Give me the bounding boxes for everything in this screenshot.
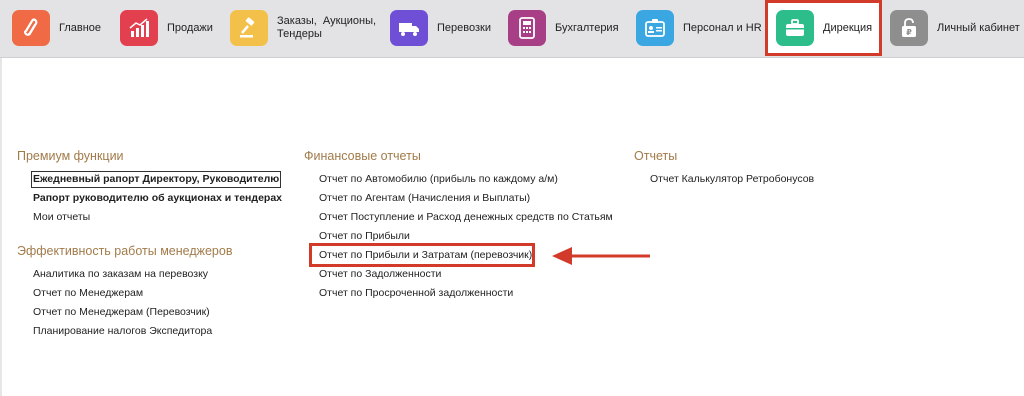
calculator-icon	[508, 10, 546, 46]
nav-label-main: Главное	[59, 21, 102, 34]
nav-item-sales[interactable]: Продажи	[120, 0, 213, 56]
nav-label-orders-line2: Тендеры	[277, 28, 322, 40]
link-retrobonus-calculator[interactable]: Отчет Калькулятор Ретробонусов	[650, 173, 814, 186]
link-vehicle-report[interactable]: Отчет по Автомобилю (прибыль по каждому …	[319, 173, 558, 186]
left-border	[0, 58, 2, 396]
reports-section-title: Отчеты	[634, 149, 678, 163]
nav-item-cabinet[interactable]: ₽ Личный кабинет	[890, 0, 1020, 56]
link-managers-carrier-report[interactable]: Отчет по Менеджерам (Перевозчик)	[33, 306, 210, 319]
link-profit-costs-carrier-report[interactable]: Отчет по Прибыли и Затратам (перевозчик)	[319, 249, 532, 262]
premium-section-title: Премиум функции	[17, 149, 124, 163]
ruble-lock-icon: ₽	[890, 10, 928, 46]
id-badge-icon	[636, 10, 674, 46]
nav-label-orders-line1: Заказы, Аукционы,	[277, 15, 377, 27]
nav-item-orders[interactable]: Заказы, Аукционы, Тендеры	[230, 0, 376, 56]
nav-label-direction: Дирекция	[823, 21, 873, 34]
nav-label-sales: Продажи	[167, 21, 213, 34]
home-logo-icon	[12, 10, 50, 46]
link-daily-report[interactable]: Ежедневный рапорт Директору, Руководител…	[30, 171, 282, 188]
nav-item-accounting[interactable]: Бухгалтерия	[508, 0, 619, 56]
nav-label-accounting: Бухгалтерия	[555, 21, 619, 34]
nav-item-hr[interactable]: Персонал и HR	[636, 0, 762, 56]
link-auction-report[interactable]: Рапорт руководителю об аукционах и тенде…	[33, 192, 282, 205]
link-tax-planning[interactable]: Планирование налогов Экспедитора	[33, 325, 212, 338]
link-overdue-debt-report[interactable]: Отчет по Просроченной задолженности	[319, 287, 513, 300]
nav-item-main[interactable]: Главное	[12, 0, 101, 56]
svg-text:₽: ₽	[906, 28, 912, 37]
link-my-reports[interactable]: Мои отчеты	[33, 211, 90, 224]
link-orders-analytics[interactable]: Аналитика по заказам на перевозку	[33, 268, 208, 281]
nav-item-transport[interactable]: Перевозки	[390, 0, 491, 56]
link-debt-report[interactable]: Отчет по Задолженности	[319, 268, 441, 281]
nav-label-hr: Персонал и HR	[683, 21, 762, 34]
nav-label-cabinet: Личный кабинет	[937, 21, 1020, 34]
annotation-arrow-icon	[552, 247, 650, 265]
link-cashflow-report[interactable]: Отчет Поступление и Расход денежных сред…	[319, 211, 613, 224]
bar-chart-icon	[120, 10, 158, 46]
nav-label-transport: Перевозки	[437, 21, 491, 34]
gavel-icon	[230, 10, 268, 46]
link-agents-report[interactable]: Отчет по Агентам (Начисления и Выплаты)	[319, 192, 530, 205]
briefcase-icon	[776, 10, 814, 46]
link-profit-report[interactable]: Отчет по Прибыли	[319, 230, 410, 243]
nav-label-orders: Заказы, Аукционы, Тендеры	[277, 15, 376, 41]
nav-item-direction[interactable]: Дирекция	[776, 0, 872, 56]
top-navigation-bar: Главное Продажи Заказы, Аукционы, Тендер…	[0, 0, 1024, 58]
financial-section-title: Финансовые отчеты	[304, 149, 421, 163]
truck-icon	[390, 10, 428, 46]
managers-section-title: Эффективность работы менеджеров	[17, 244, 233, 258]
link-managers-report[interactable]: Отчет по Менеджерам	[33, 287, 143, 300]
